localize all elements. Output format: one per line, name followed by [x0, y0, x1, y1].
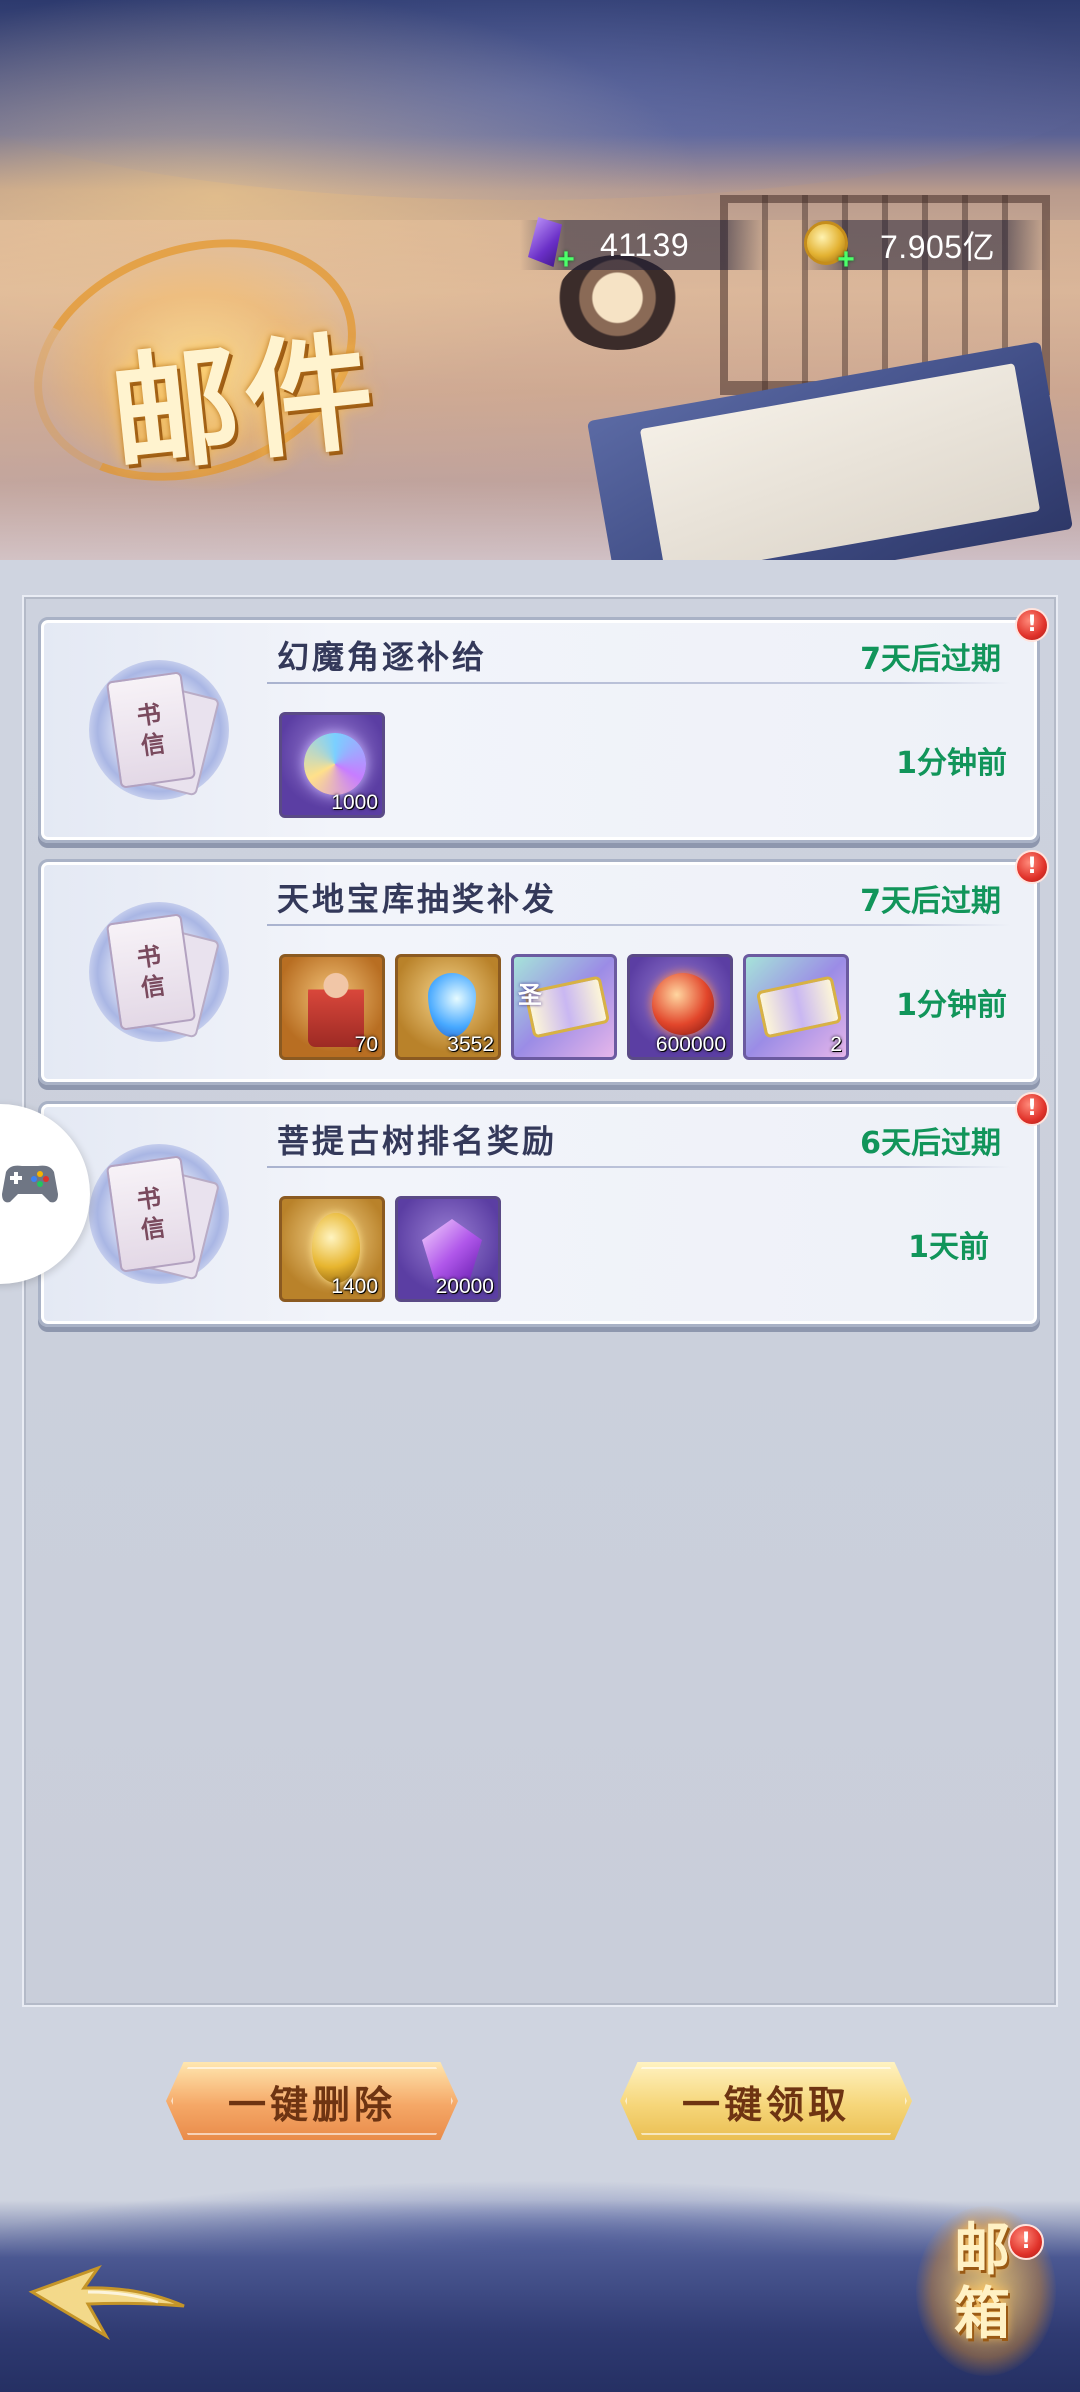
gold-coin-icon: +: [800, 217, 858, 275]
mail-item[interactable]: 书 信 天地宝库抽奖补发 7天后过期 70 3552 圣 600000 2 1分…: [38, 850, 1049, 1085]
item-quantity: 600000: [655, 1033, 726, 1056]
page-title: 邮件: [104, 315, 387, 493]
letter-label-char: 信: [139, 1212, 167, 1245]
gamepad-icon[interactable]: [0, 1158, 60, 1210]
letter-label-char: 书: [134, 1182, 163, 1215]
unread-alert-icon: !: [1015, 850, 1049, 884]
button-border: [625, 2067, 907, 2135]
attachment-list: 70 3552 圣 600000 2: [279, 954, 849, 1060]
letter-icon: 书 信: [69, 640, 249, 820]
letter-label-char: 书: [134, 940, 163, 973]
blue-drop-icon: [428, 973, 476, 1037]
mail-title: 幻魔角逐补给: [277, 638, 488, 676]
attachment-list: 1000: [279, 712, 385, 818]
add-gems-icon[interactable]: +: [554, 245, 578, 275]
mail-time: 1分钟前: [896, 746, 1007, 781]
gems-value: 41139: [600, 226, 690, 263]
letter-label-char: 书: [134, 698, 163, 731]
divider: [267, 924, 1011, 926]
letter-label-char: 信: [139, 970, 167, 1003]
attachment-item[interactable]: 3552: [395, 954, 501, 1060]
spirit-swirl-icon: [304, 733, 366, 795]
item-quantity: 70: [354, 1033, 378, 1056]
mail-item[interactable]: 书 信 菩提古树排名奖励 6天后过期 1400 20000 1天前 !: [38, 1092, 1049, 1327]
add-gold-icon[interactable]: +: [834, 245, 858, 275]
mail-time: 1天前: [908, 1230, 989, 1265]
mail-expiry: 6天后过期: [860, 1126, 1001, 1161]
attachment-item[interactable]: 1400: [279, 1196, 385, 1302]
attachment-item[interactable]: 20000: [395, 1196, 501, 1302]
currency-gems[interactable]: + 41139: [520, 217, 770, 275]
mail-time: 1分钟前: [896, 988, 1007, 1023]
unread-alert-icon: !: [1015, 608, 1049, 642]
mail-expiry: 7天后过期: [860, 642, 1001, 677]
mail-title: 菩提古树排名奖励: [277, 1122, 558, 1160]
button-border: [171, 2067, 453, 2135]
item-quantity: 2: [830, 1033, 842, 1056]
mailbox-alert-icon: !: [1008, 2224, 1044, 2260]
golden-seed-icon: [312, 1213, 360, 1283]
header-banner: 邮件: [0, 0, 1080, 560]
attachment-list: 1400 20000: [279, 1196, 501, 1302]
scroll-icon: [755, 975, 843, 1039]
gold-value: 7.905亿: [880, 229, 996, 265]
mail-title: 天地宝库抽奖补发: [277, 880, 558, 918]
item-quantity: 1000: [331, 791, 378, 814]
back-arrow-icon[interactable]: [28, 2262, 188, 2342]
divider: [267, 1166, 1011, 1168]
letter-label-char: 信: [139, 728, 167, 761]
mail-item[interactable]: 书 信 幻魔角逐补给 7天后过期 1000 1分钟前 !: [38, 608, 1049, 843]
delete-all-button[interactable]: 一键删除: [166, 2062, 458, 2140]
fire-orb-icon: [652, 973, 714, 1035]
sky-swirl-decoration: [0, 0, 1080, 200]
letter-icon: 书 信: [69, 1124, 249, 1304]
attachment-item[interactable]: 1000: [279, 712, 385, 818]
mail-expiry: 7天后过期: [860, 884, 1001, 919]
item-quantity: 3552: [447, 1033, 494, 1056]
claim-all-button[interactable]: 一键领取: [620, 2062, 912, 2140]
attachment-item[interactable]: 70: [279, 954, 385, 1060]
attachment-item[interactable]: 600000: [627, 954, 733, 1060]
item-quantity: 1400: [331, 1275, 378, 1298]
attachment-item[interactable]: 圣: [511, 954, 617, 1060]
purple-crystal-icon: [422, 1219, 482, 1279]
purple-gem-icon: +: [520, 217, 578, 275]
item-sticker: 圣: [518, 980, 542, 1009]
divider: [267, 682, 1011, 684]
currency-gold[interactable]: + 7.905亿: [800, 217, 1050, 275]
letter-icon: 书 信: [69, 882, 249, 1062]
item-quantity: 20000: [435, 1275, 494, 1298]
unread-alert-icon: !: [1015, 1092, 1049, 1126]
attachment-item[interactable]: 2: [743, 954, 849, 1060]
